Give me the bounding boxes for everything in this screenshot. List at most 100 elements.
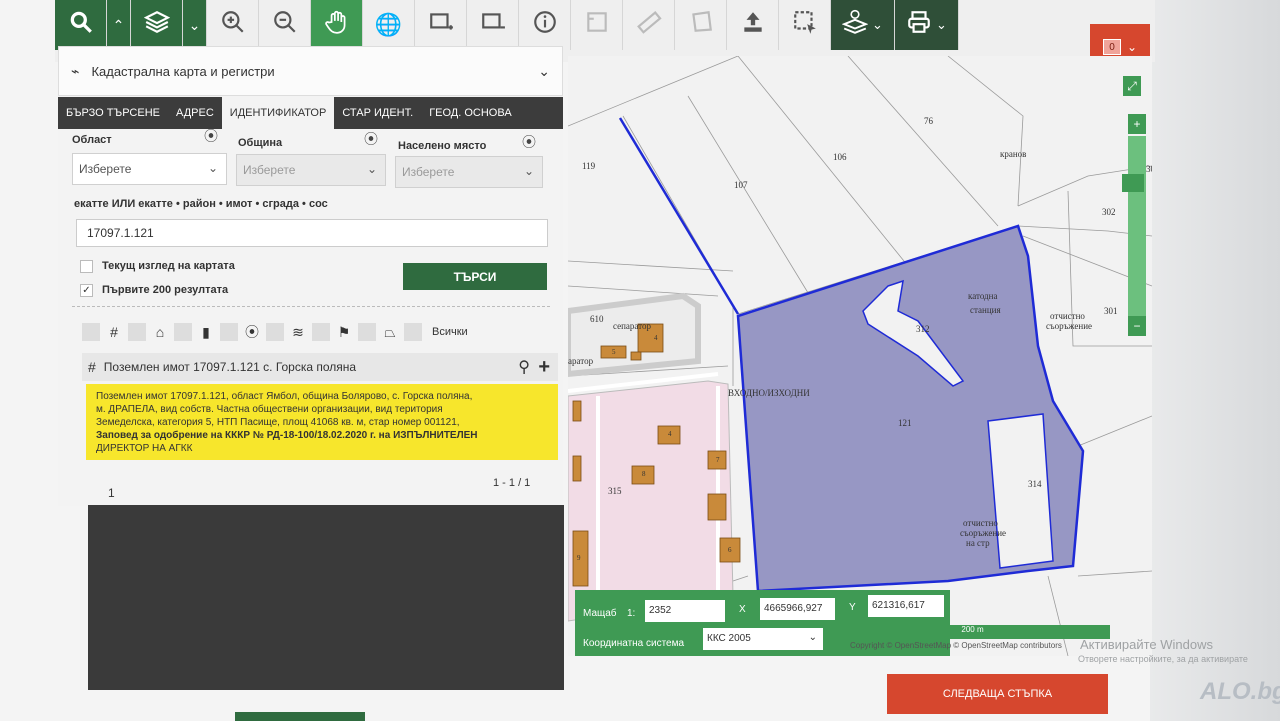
grid-icon: # <box>110 324 118 340</box>
filter-checkbox[interactable] <box>358 323 376 341</box>
print-icon <box>906 9 932 41</box>
deselect-rectangle-button[interactable] <box>467 0 519 50</box>
map-attribution[interactable]: Copyright © OpenStreetMap © OpenStreetMa… <box>850 641 1062 650</box>
parcel-label: 119 <box>582 161 596 171</box>
tab-old-identifier[interactable]: СТАР ИДЕНТ. <box>334 97 421 129</box>
search-icon[interactable]: ⚲ <box>518 357 530 377</box>
filter-checkbox[interactable] <box>128 323 146 341</box>
location-pin-icon[interactable]: ⦿ <box>522 132 536 152</box>
naseleno-select[interactable]: Изберете ⌄ <box>395 156 543 188</box>
parcel-label: кранов <box>1000 149 1027 159</box>
layers-dropdown-button[interactable]: ⌄ <box>183 0 207 50</box>
cadastral-map <box>568 56 1152 656</box>
zoom-slider[interactable] <box>1122 136 1146 316</box>
scale-bar: 200 m <box>835 625 1110 639</box>
zoom-slider-handle[interactable] <box>1122 174 1144 192</box>
chevron-down-icon: ⌄ <box>538 63 550 79</box>
fullscreen-button[interactable]: ⤢ <box>1123 76 1141 96</box>
zoom-in-button[interactable] <box>207 0 259 50</box>
parcel-label: 106 <box>833 152 847 162</box>
result-header[interactable]: # Поземлен имот 17097.1.121 с. Горска по… <box>82 353 558 381</box>
oblast-select[interactable]: Изберете ⌄ <box>72 153 227 185</box>
pan-button[interactable] <box>311 0 363 50</box>
current-view-checkbox[interactable] <box>80 260 93 273</box>
y-coordinate-field[interactable]: 621316,617 <box>868 595 944 617</box>
location-pin-icon[interactable]: ⦿ <box>364 129 378 149</box>
zoom-out-button[interactable] <box>259 0 311 50</box>
grid-icon: # <box>88 359 96 375</box>
filter-checkbox[interactable] <box>312 323 330 341</box>
obshtina-select[interactable]: Изберете ⌄ <box>236 154 386 186</box>
naseleno-select-value: Изберете <box>402 165 455 179</box>
layer-selector-label: Кадастрална карта и регистри <box>91 63 275 79</box>
parcel-label: съоръжение <box>960 528 1007 538</box>
scale-input[interactable]: 2352 <box>645 600 725 622</box>
measure-area-button[interactable] <box>571 0 623 50</box>
tab-quick-search[interactable]: БЪРЗО ТЪРСЕНЕ <box>58 97 168 129</box>
full-extent-button[interactable]: 🌐 <box>363 0 415 50</box>
layers-tool-button[interactable] <box>131 0 183 50</box>
filter-checkbox[interactable] <box>404 323 422 341</box>
parcel-label: аратор <box>568 356 594 366</box>
building-label: 9 <box>577 554 581 562</box>
filter-checkbox[interactable] <box>82 323 100 341</box>
chevron-down-icon: ⌄ <box>366 162 377 176</box>
select-dashed-button[interactable] <box>779 0 831 50</box>
obshtina-label: Община <box>238 137 283 149</box>
layers-icon <box>143 9 170 41</box>
notification-count-badge: 0 <box>1102 39 1121 55</box>
object-type-filters: # ⌂ ▮ ⦿ ≋ ⚑ ⏢ Всички <box>82 322 468 342</box>
search-tool-button[interactable] <box>55 0 107 50</box>
zoom-out-button[interactable]: − <box>1128 316 1146 336</box>
chevron-down-icon: ⌄ <box>808 632 817 643</box>
result-description-line: Поземлен имот 17097.1.121, област Ямбол,… <box>96 391 473 402</box>
measure-distance-button[interactable] <box>623 0 675 50</box>
coordinate-system-select[interactable]: ККС 2005 ⌄ <box>703 628 823 650</box>
search-button[interactable]: ТЪРСИ <box>403 263 547 290</box>
minus-icon: − <box>1133 319 1141 333</box>
filter-checkbox[interactable] <box>266 323 284 341</box>
parcel-label: 76 <box>924 116 933 126</box>
parcel-label: 610 <box>590 314 604 324</box>
parcel-label: 30 <box>1146 164 1152 174</box>
collapse-search-button[interactable]: ⌃ <box>107 0 131 50</box>
ekatte-input[interactable]: 17097.1.121 <box>76 219 548 247</box>
parcel-label: 301 <box>1104 306 1118 316</box>
parcel-label: станция <box>970 305 1001 315</box>
pagination-page[interactable]: 1 <box>108 486 115 500</box>
coordinate-system-value: ККС 2005 <box>707 633 751 644</box>
plus-icon[interactable]: + <box>538 356 550 379</box>
map-view[interactable]: 119 107 106 76 кранов 302 301 30 610 сеп… <box>568 56 1152 656</box>
polygon-icon: ⏢ <box>384 323 396 340</box>
select-rectangle-alt-icon <box>480 9 506 41</box>
upload-button[interactable] <box>727 0 779 50</box>
select-rectangle-button[interactable] <box>415 0 467 50</box>
result-description-line: м. ДРАПЕЛА, вид собств. Частна обществен… <box>96 404 443 415</box>
filter-checkbox[interactable] <box>174 323 192 341</box>
tab-geodetic-base[interactable]: ГЕОД. ОСНОВА <box>421 97 519 129</box>
zoom-in-button[interactable]: + <box>1128 114 1146 134</box>
background-wall <box>1150 0 1280 721</box>
identify-layers-button[interactable]: ⌄ <box>831 0 895 50</box>
building-label: 4 <box>654 334 658 342</box>
filter-checkbox[interactable] <box>220 323 238 341</box>
layer-selector[interactable]: ⌁ Кадастрална карта и регистри ⌄ <box>58 46 563 96</box>
building-label: 5 <box>612 348 616 356</box>
location-pin-icon[interactable]: ⦿ <box>204 126 218 146</box>
print-button[interactable]: ⌄ <box>895 0 959 50</box>
search-tabs: БЪРЗО ТЪРСЕНЕ АДРЕС ИДЕНТИФИКАТОР СТАР И… <box>58 97 563 129</box>
naseleno-label: Населено място <box>398 140 487 152</box>
parcel-label: 314 <box>1028 479 1042 489</box>
info-button[interactable] <box>519 0 571 50</box>
tab-identifier[interactable]: ИДЕНТИФИКАТОР <box>221 97 335 129</box>
panel-empty-area <box>88 505 564 690</box>
parcel-label: 121 <box>898 418 912 428</box>
first-200-checkbox[interactable]: ✓ <box>80 284 93 297</box>
draw-polygon-button[interactable] <box>675 0 727 50</box>
zoom-in-icon <box>220 9 246 41</box>
expand-icon: ⤢ <box>1127 79 1137 93</box>
identify-layers-icon <box>841 9 869 41</box>
tab-address[interactable]: АДРЕС <box>168 97 222 129</box>
x-coordinate-field[interactable]: 4665966,927 <box>760 598 835 620</box>
next-step-button[interactable]: СЛЕДВАЩА СТЪПКА <box>887 674 1108 714</box>
